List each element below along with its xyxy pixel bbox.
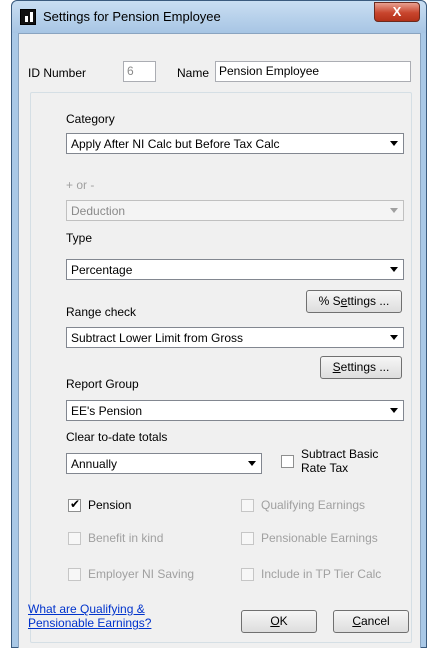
id-number-label: ID Number <box>28 66 87 80</box>
settings-window: Settings for Pension Employee X ID Numbe… <box>11 0 427 648</box>
benefit-in-kind-checkbox: Benefit in kind <box>68 531 163 546</box>
report-group-label: Report Group <box>66 377 139 391</box>
chevron-down-icon[interactable] <box>385 135 402 152</box>
type-value: Percentage <box>71 263 133 277</box>
category-label: Category <box>66 112 115 126</box>
pensionable-earnings-checkbox: Pensionable Earnings <box>241 531 378 546</box>
chevron-down-icon[interactable] <box>385 261 402 278</box>
clear-totals-label: Clear to-date totals <box>66 430 168 444</box>
app-icon <box>20 9 36 25</box>
clear-totals-dropdown[interactable]: Annually <box>66 453 262 474</box>
name-label: Name <box>177 66 210 80</box>
type-label: Type <box>66 231 93 245</box>
clear-totals-value: Annually <box>71 457 118 471</box>
close-button[interactable]: X <box>374 2 420 22</box>
window-title: Settings for Pension Employee <box>43 9 221 24</box>
settings-button[interactable]: Settings ... <box>320 356 402 379</box>
title-bar[interactable]: Settings for Pension Employee X <box>12 1 426 33</box>
checkbox-box <box>68 568 81 581</box>
report-group-value: EE's Pension <box>71 404 142 418</box>
sign-dropdown: Deduction <box>66 200 404 221</box>
dialog-body: ID Number 6 Name Pension Employee Catego… <box>18 33 421 648</box>
check-mark-icon: ✔ <box>70 497 81 511</box>
range-check-label: Range check <box>66 305 137 319</box>
employer-ni-saving-checkbox: Employer NI Saving <box>68 567 194 582</box>
qualifying-earnings-help-link[interactable]: What are Qualifying & Pensionable Earning… <box>28 602 151 630</box>
qualifying-earnings-checkbox: Qualifying Earnings <box>241 498 365 513</box>
category-value: Apply After NI Calc but Before Tax Calc <box>71 137 280 151</box>
chevron-down-icon[interactable] <box>243 455 260 472</box>
id-number-field[interactable]: 6 <box>123 61 156 82</box>
percent-settings-button[interactable]: % Settings ... <box>306 290 402 313</box>
range-check-dropdown[interactable]: Subtract Lower Limit from Gross <box>66 327 404 348</box>
checkbox-box[interactable] <box>281 455 294 468</box>
chevron-down-icon <box>385 202 402 219</box>
checkbox-box <box>68 532 81 545</box>
sign-value: Deduction <box>71 204 126 218</box>
report-group-dropdown[interactable]: EE's Pension <box>66 400 404 421</box>
checkbox-box[interactable]: ✔ <box>68 497 81 512</box>
name-field[interactable]: Pension Employee <box>215 61 411 82</box>
sign-label: + or - <box>66 178 95 192</box>
chevron-down-icon[interactable] <box>385 329 402 346</box>
subtract-basic-rate-label: Subtract Basic Rate Tax <box>301 447 379 475</box>
type-dropdown[interactable]: Percentage <box>66 259 404 280</box>
cancel-button[interactable]: Cancel <box>333 610 409 633</box>
chevron-down-icon[interactable] <box>385 402 402 419</box>
range-check-value: Subtract Lower Limit from Gross <box>71 331 244 345</box>
checkbox-box <box>241 532 254 545</box>
checkbox-box <box>241 499 254 512</box>
checkbox-box <box>241 568 254 581</box>
category-dropdown[interactable]: Apply After NI Calc but Before Tax Calc <box>66 133 404 154</box>
subtract-basic-rate-checkbox[interactable]: Subtract Basic Rate Tax <box>281 447 378 475</box>
ok-button[interactable]: OK <box>241 610 317 633</box>
tp-tier-calc-checkbox: Include in TP Tier Calc <box>241 567 381 582</box>
pension-checkbox[interactable]: ✔ Pension <box>68 497 131 513</box>
